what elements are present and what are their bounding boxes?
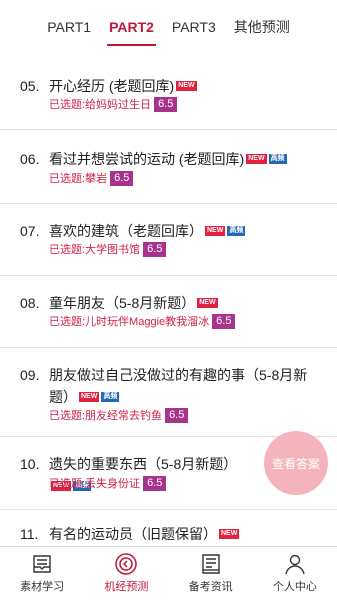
tab-other-predictions[interactable]: 其他预测 (225, 17, 299, 37)
score-badge: 6.5 (165, 407, 189, 423)
new-badge: NEW (219, 529, 240, 539)
item-number: 06. (20, 151, 40, 167)
selected-topic: 已选题:攀岩 6.5 (49, 170, 134, 186)
list-item[interactable]: 05. 开心经历 (老题回库) NEW 已选题:给妈妈过生日 6.5 (0, 60, 337, 130)
tab-bar: PART1 PART2 PART3 其他预测 (0, 0, 337, 60)
item-title: 朋友做过自己没做过的有趣的事（5-8月新题） NEW 高频 (49, 367, 308, 405)
tab-part3[interactable]: PART3 (163, 19, 225, 35)
high-frequency-badge: 高频 (227, 226, 246, 236)
selected-topic: 已选题:儿时玩伴Maggie教我溜冰 6.5 (49, 313, 236, 329)
new-badge: NEW (176, 81, 197, 91)
nav-exam-news[interactable]: 备考资讯 (169, 547, 253, 601)
book-icon (33, 555, 51, 573)
item-number: 07. (20, 223, 40, 239)
list-item[interactable]: 09. 朋友做过自己没做过的有趣的事（5-8月新题） NEW 高频 已选题:朋友经常… (0, 347, 337, 437)
selected-topic: 已选题:给妈妈过生日 6.5 (49, 96, 178, 112)
score-badge: 6.5 (143, 241, 167, 257)
selected-topic: 已选题:大学图书馆 6.5 (49, 241, 167, 257)
tab-part2[interactable]: PART2 (100, 19, 163, 46)
item-title: 童年朋友（5-8月新题） NEW (49, 295, 218, 311)
list-item[interactable]: 11. 有名的运动员（旧题保留） NEW (0, 509, 337, 546)
score-badge: 6.5 (212, 313, 236, 329)
new-badge: NEW (205, 226, 226, 236)
nav-material-study[interactable]: 素材学习 (0, 547, 84, 601)
item-number: 10. (20, 456, 40, 472)
nav-label: 机经预测 (104, 581, 149, 593)
high-frequency-badge: 高频 (268, 154, 287, 164)
item-number: 08. (20, 295, 40, 311)
item-title: 喜欢的建筑（老题回库） NEW 高频 (49, 223, 246, 239)
selected-topic: 已选题:丢失身份证 6.5 (49, 475, 167, 491)
tab-part1[interactable]: PART1 (38, 19, 100, 35)
new-badge: NEW (197, 298, 218, 308)
nav-exam-prediction[interactable]: 机经预测 (84, 547, 168, 601)
nav-label: 个人中心 (272, 581, 317, 593)
item-title: 看过并想尝试的运动 (老题回库) NEW 高频 (49, 151, 287, 167)
view-answer-button[interactable]: 查看答案 (264, 431, 328, 495)
selected-topic: 已选题:朋友经常去钓鱼 6.5 (49, 407, 189, 423)
target-icon (115, 553, 138, 575)
high-frequency-badge: 高频 (101, 392, 120, 402)
new-badge: NEW (246, 154, 267, 164)
list-item[interactable]: 08. 童年朋友（5-8月新题） NEW 已选题:儿时玩伴Maggie教我溜冰 6.… (0, 275, 337, 348)
bottom-nav: 素材学习 机经预测 备考资讯 个人中心 (0, 546, 337, 601)
person-icon (285, 554, 305, 575)
score-badge: 6.5 (154, 96, 178, 112)
nav-personal-center[interactable]: 个人中心 (253, 547, 337, 601)
item-number: 05. (20, 78, 40, 94)
item-title: 有名的运动员（旧题保留） NEW (49, 526, 240, 542)
list-item[interactable]: 07. 喜欢的建筑（老题回库） NEW 高频 已选题:大学图书馆 6.5 (0, 203, 337, 276)
nav-label: 备考资讯 (188, 581, 233, 593)
score-badge: 6.5 (143, 475, 167, 491)
new-badge: NEW (79, 392, 100, 402)
item-title: 开心经历 (老题回库) NEW (49, 78, 197, 94)
score-badge: 6.5 (110, 170, 134, 186)
nav-label: 素材学习 (20, 581, 65, 593)
item-number: 09. (20, 367, 40, 383)
news-icon (201, 554, 220, 574)
item-number: 11. (20, 526, 39, 542)
list-item[interactable]: 06. 看过并想尝试的运动 (老题回库) NEW 高频 已选题:攀岩 6.5 (0, 129, 337, 204)
